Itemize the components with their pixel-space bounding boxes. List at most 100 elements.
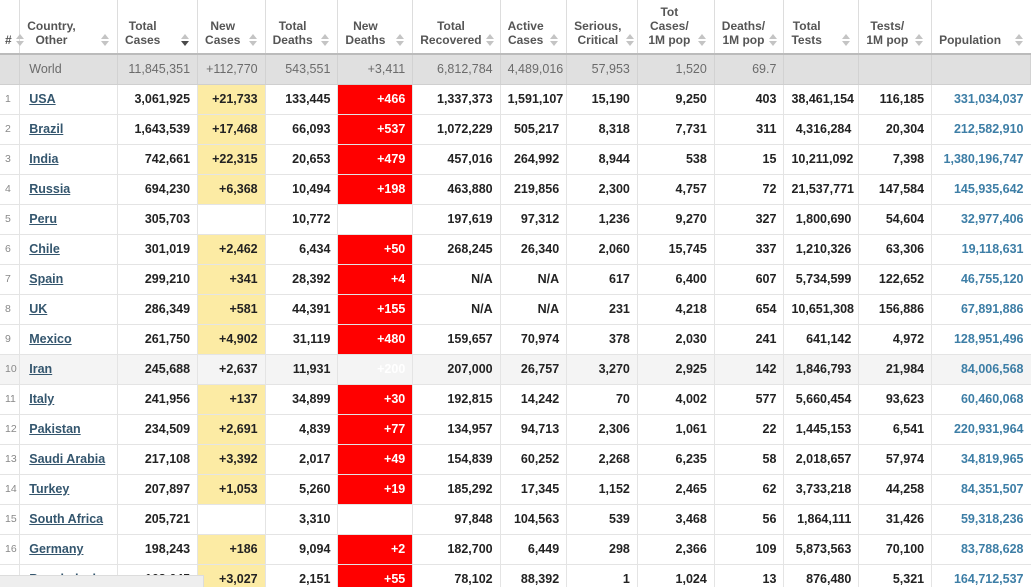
cell-total-recovered: 182,700 (412, 534, 501, 565)
column-header-tests-per-1m[interactable]: Tests/1M pop (858, 0, 933, 55)
sort-both-icon[interactable] (396, 34, 405, 47)
country-link[interactable]: Iran (29, 362, 52, 376)
cell-tests-per-1m: 54,604 (858, 204, 933, 235)
country-link[interactable]: India (29, 152, 58, 166)
country-link[interactable]: Russia (29, 182, 70, 196)
country-link[interactable]: Spain (29, 272, 63, 286)
country-link[interactable]: Pakistan (29, 422, 80, 436)
sort-both-icon[interactable] (625, 34, 635, 47)
sort-both-icon[interactable] (550, 34, 559, 47)
cell-population: 145,935,642 (931, 174, 1031, 205)
cell-new-cases: +112,770 (197, 54, 266, 85)
cell-cases-per-1m: 3,468 (637, 504, 715, 535)
row-index: 6 (0, 234, 21, 265)
sort-both-icon[interactable] (248, 34, 258, 47)
cell-new-deaths: +479 (337, 144, 414, 175)
sort-both-icon[interactable] (321, 34, 330, 47)
column-header-serious-critical[interactable]: Serious, Critical (566, 0, 638, 55)
sort-both-icon[interactable] (842, 34, 851, 47)
cell-total-cases: 11,845,351 (117, 54, 199, 85)
sort-both-icon[interactable] (100, 34, 110, 47)
sort-both-icon[interactable] (485, 34, 495, 47)
table-row: 9 Mexico 261,750 +4,902 31,119 +480 159,657 70,… (0, 324, 1031, 355)
cell-total-cases: 299,210 (117, 264, 199, 295)
country-link[interactable]: Peru (29, 212, 57, 226)
column-header-idx[interactable]: # (0, 0, 24, 55)
row-index (0, 54, 21, 85)
horizontal-scrollbar[interactable] (0, 575, 204, 587)
header-line: Total (437, 19, 465, 33)
table-row-world: World 11,845,351 +112,770 543,551 +3,411 6,81… (0, 54, 1031, 85)
column-header-country[interactable]: Country, Other (19, 0, 118, 55)
country-link[interactable]: Italy (29, 392, 54, 406)
country-link[interactable]: South Africa (29, 512, 103, 526)
sort-both-icon[interactable] (1014, 34, 1024, 47)
column-header-new-cases[interactable]: New Cases (197, 0, 266, 55)
country-cell: Brazil (19, 114, 118, 145)
cell-total-tests (783, 54, 860, 85)
column-header-total-cases[interactable]: Total Cases (117, 0, 199, 55)
header-line: 1M pop (866, 33, 909, 47)
country-link[interactable]: USA (29, 92, 55, 106)
cell-total-recovered: 457,016 (412, 144, 501, 175)
header-line: Recovered (420, 33, 482, 47)
column-header-total-recovered[interactable]: Total Recovered (412, 0, 501, 55)
sort-descending-icon[interactable] (181, 34, 190, 47)
cell-deaths-per-1m: 69.7 (714, 54, 785, 85)
cell-serious-critical: 2,300 (566, 174, 638, 205)
cell-population: 220,931,964 (931, 414, 1031, 445)
country-link[interactable]: Turkey (29, 482, 69, 496)
column-header-deaths-per-1m[interactable]: Deaths/1M pop (714, 0, 785, 55)
header-line: Total (278, 19, 307, 33)
sort-both-icon[interactable] (915, 34, 924, 47)
cell-deaths-per-1m: 62 (714, 474, 785, 505)
covid-statistics-table: # Country, Other Total Cases New Cases Total Dea… (0, 0, 1031, 587)
cell-total-tests: 1,445,153 (783, 414, 860, 445)
country-link[interactable]: Mexico (29, 332, 71, 346)
country-link[interactable]: Chile (29, 242, 60, 256)
row-index: 8 (0, 294, 21, 325)
country-link[interactable]: UK (29, 302, 47, 316)
cell-new-deaths: +2 (337, 534, 414, 565)
cell-total-deaths: 6,434 (265, 234, 339, 265)
country-link[interactable]: Germany (29, 542, 83, 556)
cell-cases-per-1m: 4,757 (637, 174, 715, 205)
column-header-label: Total Recovered (420, 19, 481, 47)
column-header-active-cases[interactable]: Active Cases (500, 0, 568, 55)
column-header-label: Total Cases (125, 19, 160, 47)
country-link[interactable]: Saudi Arabia (29, 452, 105, 466)
cell-serious-critical: 2,060 (566, 234, 638, 265)
country-link[interactable]: Brazil (29, 122, 63, 136)
cell-total-deaths: 10,772 (265, 204, 339, 235)
cell-new-deaths: +3,411 (337, 54, 414, 85)
sort-both-icon[interactable] (697, 34, 707, 47)
column-header-total-tests[interactable]: Total Tests (783, 0, 860, 55)
cell-new-cases: +2,691 (197, 414, 266, 445)
country-cell: Germany (19, 534, 118, 565)
cell-serious-critical: 15,190 (566, 84, 638, 115)
cell-new-deaths: +50 (337, 234, 414, 265)
cell-serious-critical: 2,306 (566, 414, 638, 445)
row-index: 13 (0, 444, 21, 475)
header-line: Critical (577, 33, 619, 47)
country-cell: Chile (19, 234, 118, 265)
cell-new-cases: +137 (197, 384, 266, 415)
header-line: New (210, 19, 236, 33)
cell-new-cases (197, 204, 266, 235)
cell-new-deaths: +537 (337, 114, 414, 145)
cell-cases-per-1m: 1,061 (637, 414, 715, 445)
cell-cases-per-1m: 15,745 (637, 234, 715, 265)
column-header-population[interactable]: Population (931, 0, 1031, 55)
column-header-new-deaths[interactable]: New Deaths (337, 0, 414, 55)
country-cell: Saudi Arabia (19, 444, 118, 475)
cell-tests-per-1m: 122,652 (858, 264, 933, 295)
cell-total-deaths: 133,445 (265, 84, 339, 115)
cell-new-cases: +1,053 (197, 474, 266, 505)
column-header-cases-per-1m[interactable]: Tot Cases/1M pop (637, 0, 715, 55)
table-row: 14 Turkey 207,897 +1,053 5,260 +19 185,292 17,3… (0, 474, 1031, 505)
sort-both-icon[interactable] (769, 34, 778, 47)
country-cell: UK (19, 294, 118, 325)
sort-both-icon[interactable] (15, 34, 25, 47)
cell-new-deaths: +480 (337, 324, 414, 355)
column-header-total-deaths[interactable]: Total Deaths (265, 0, 339, 55)
